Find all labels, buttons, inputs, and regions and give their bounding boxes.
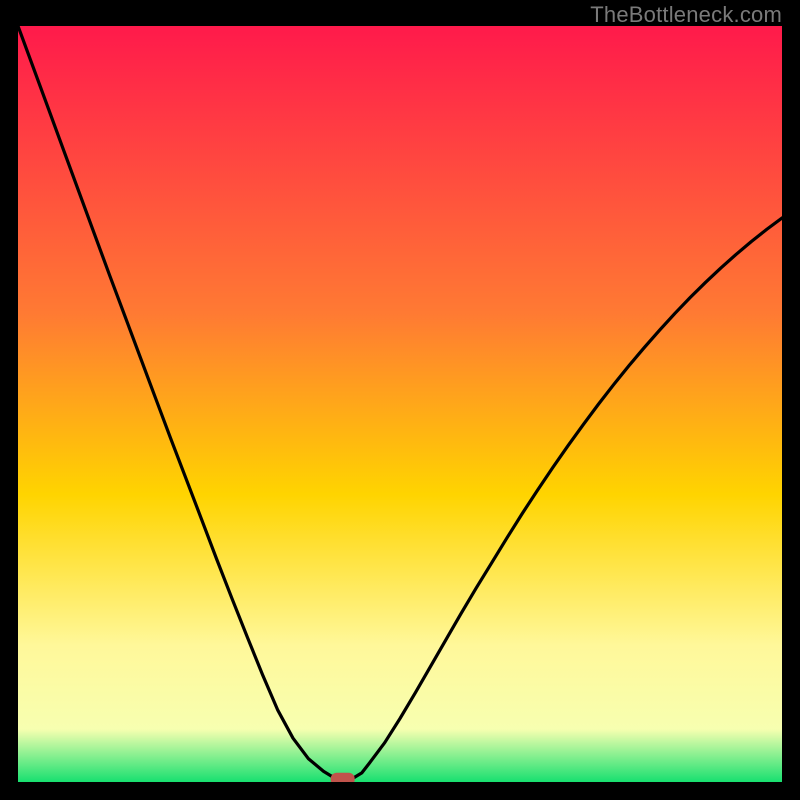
watermark-text: TheBottleneck.com (590, 2, 782, 28)
gradient-background (18, 26, 782, 782)
chart-frame (18, 26, 782, 782)
bottleneck-chart (18, 26, 782, 782)
optimal-marker (331, 773, 355, 782)
